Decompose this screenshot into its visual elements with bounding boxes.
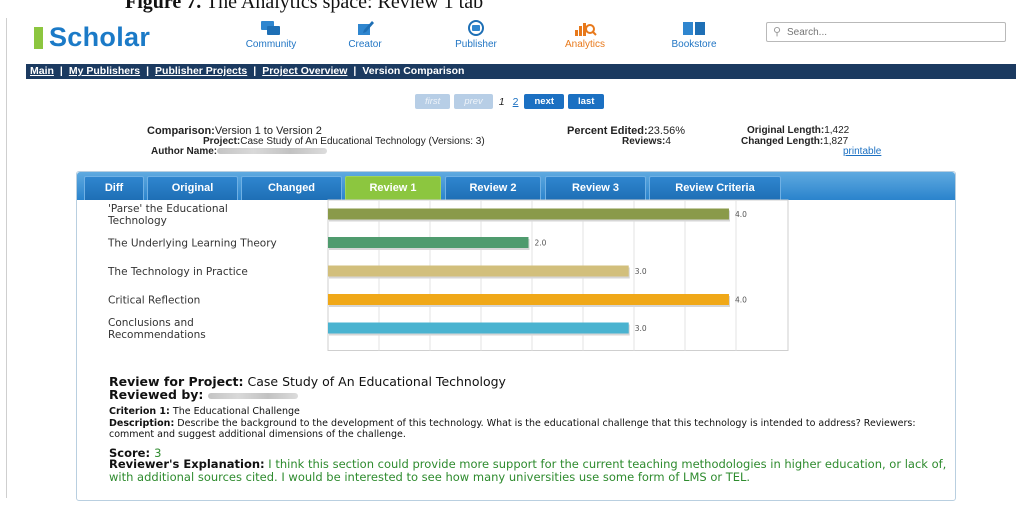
bar-3 xyxy=(328,265,629,277)
reviewer-explanation: Reviewer's Explanation: I think this sec… xyxy=(109,457,947,484)
nav-analytics[interactable]: Analytics xyxy=(540,20,630,50)
nav-creator[interactable]: Creator xyxy=(320,20,410,50)
tab-diff[interactable]: Diff xyxy=(84,176,144,200)
search-input[interactable] xyxy=(787,25,997,39)
pager: first prev 1 2 next last xyxy=(415,94,605,109)
category-label-2: The Underlying Learning Theory xyxy=(107,238,277,250)
tab-bar: Diff Original Changed Review 1 Review 2 … xyxy=(77,172,955,200)
chat-bubbles-icon xyxy=(261,21,280,35)
criterion-line: Criterion 1: The Educational Challenge xyxy=(109,406,300,417)
breadcrumb-project-overview[interactable]: Project Overview xyxy=(262,65,347,77)
bar-1 xyxy=(328,208,729,220)
bar-value-label-4: 4.0 xyxy=(735,296,747,305)
reviewed-by: Reviewed by: xyxy=(109,387,298,402)
tab-original[interactable]: Original xyxy=(147,176,238,200)
bar-value-label-5: 3.0 xyxy=(635,324,647,333)
pager-next-button[interactable]: next xyxy=(524,94,565,109)
changed-length: Changed Length:1,827 xyxy=(741,136,849,147)
category-label-4: Critical Reflection xyxy=(108,295,200,307)
tab-review-3[interactable]: Review 3 xyxy=(545,176,646,200)
bar-4 xyxy=(328,294,729,305)
tab-review-1[interactable]: Review 1 xyxy=(345,176,441,200)
book-icon xyxy=(683,22,705,35)
nav-community[interactable]: Community xyxy=(226,20,316,50)
tab-changed[interactable]: Changed xyxy=(241,176,342,200)
figure-caption: Figure 7. The Analytics space: Review 1 … xyxy=(125,0,484,13)
category-label-3: The Technology in Practice xyxy=(107,266,248,278)
nav-publisher[interactable]: Publisher xyxy=(431,20,521,50)
nav-bookstore[interactable]: Bookstore xyxy=(649,20,739,50)
bar-chart-magnifier-icon xyxy=(575,23,597,36)
author-line: Author Name: xyxy=(151,146,328,157)
category-label-1: 'Parse' the Educational Technology xyxy=(107,203,228,227)
bar-5 xyxy=(328,322,629,334)
scholar-logo[interactable]: Scholar xyxy=(34,22,150,53)
bar-value-label-1: 4.0 xyxy=(735,210,747,219)
redacted-reviewer-name xyxy=(207,392,298,399)
original-length: Original Length:1,422 xyxy=(747,125,850,136)
app-header: Scholar Community Creator Publisher Anal… xyxy=(26,18,1016,58)
breadcrumb-current: Version Comparison xyxy=(362,65,465,77)
pager-page-2[interactable]: 2 xyxy=(511,96,521,108)
criterion-description: Description: Describe the background to … xyxy=(109,418,916,440)
chart-category-labels: 'Parse' the Educational Technology The Und… xyxy=(107,203,277,341)
bar-value-label-3: 3.0 xyxy=(635,267,647,276)
breadcrumb-my-publishers[interactable]: My Publishers xyxy=(69,65,140,77)
redacted-author-name xyxy=(217,148,328,155)
page-left-rule xyxy=(6,18,7,498)
breadcrumb-main[interactable]: Main xyxy=(30,65,54,77)
breadcrumb: Main | My Publishers | Publisher Projects | Pr… xyxy=(26,64,1016,79)
search-box[interactable]: ⚲ xyxy=(766,22,1006,42)
category-label-5: Conclusions and Recommendations xyxy=(108,317,206,341)
search-icon: ⚲ xyxy=(773,26,782,38)
globe-icon xyxy=(468,20,484,36)
pencil-icon xyxy=(358,21,374,35)
reviews-count: Reviews:4 xyxy=(622,136,671,147)
criteria-score-chart: 'Parse' the Educational Technology The Und… xyxy=(107,199,789,351)
tab-review-criteria[interactable]: Review Criteria xyxy=(649,176,781,200)
logo-mark-icon xyxy=(34,26,43,49)
pager-first-button[interactable]: first xyxy=(415,94,451,109)
pager-last-button[interactable]: last xyxy=(568,94,605,109)
tab-review-2[interactable]: Review 2 xyxy=(445,176,541,200)
breadcrumb-publisher-projects[interactable]: Publisher Projects xyxy=(155,65,247,77)
bar-value-label-2: 2.0 xyxy=(534,239,546,248)
printable-link[interactable]: printable xyxy=(843,146,881,157)
bar-2 xyxy=(328,237,529,248)
pager-page-1: 1 xyxy=(498,95,505,108)
pager-prev-button[interactable]: prev xyxy=(454,94,493,109)
